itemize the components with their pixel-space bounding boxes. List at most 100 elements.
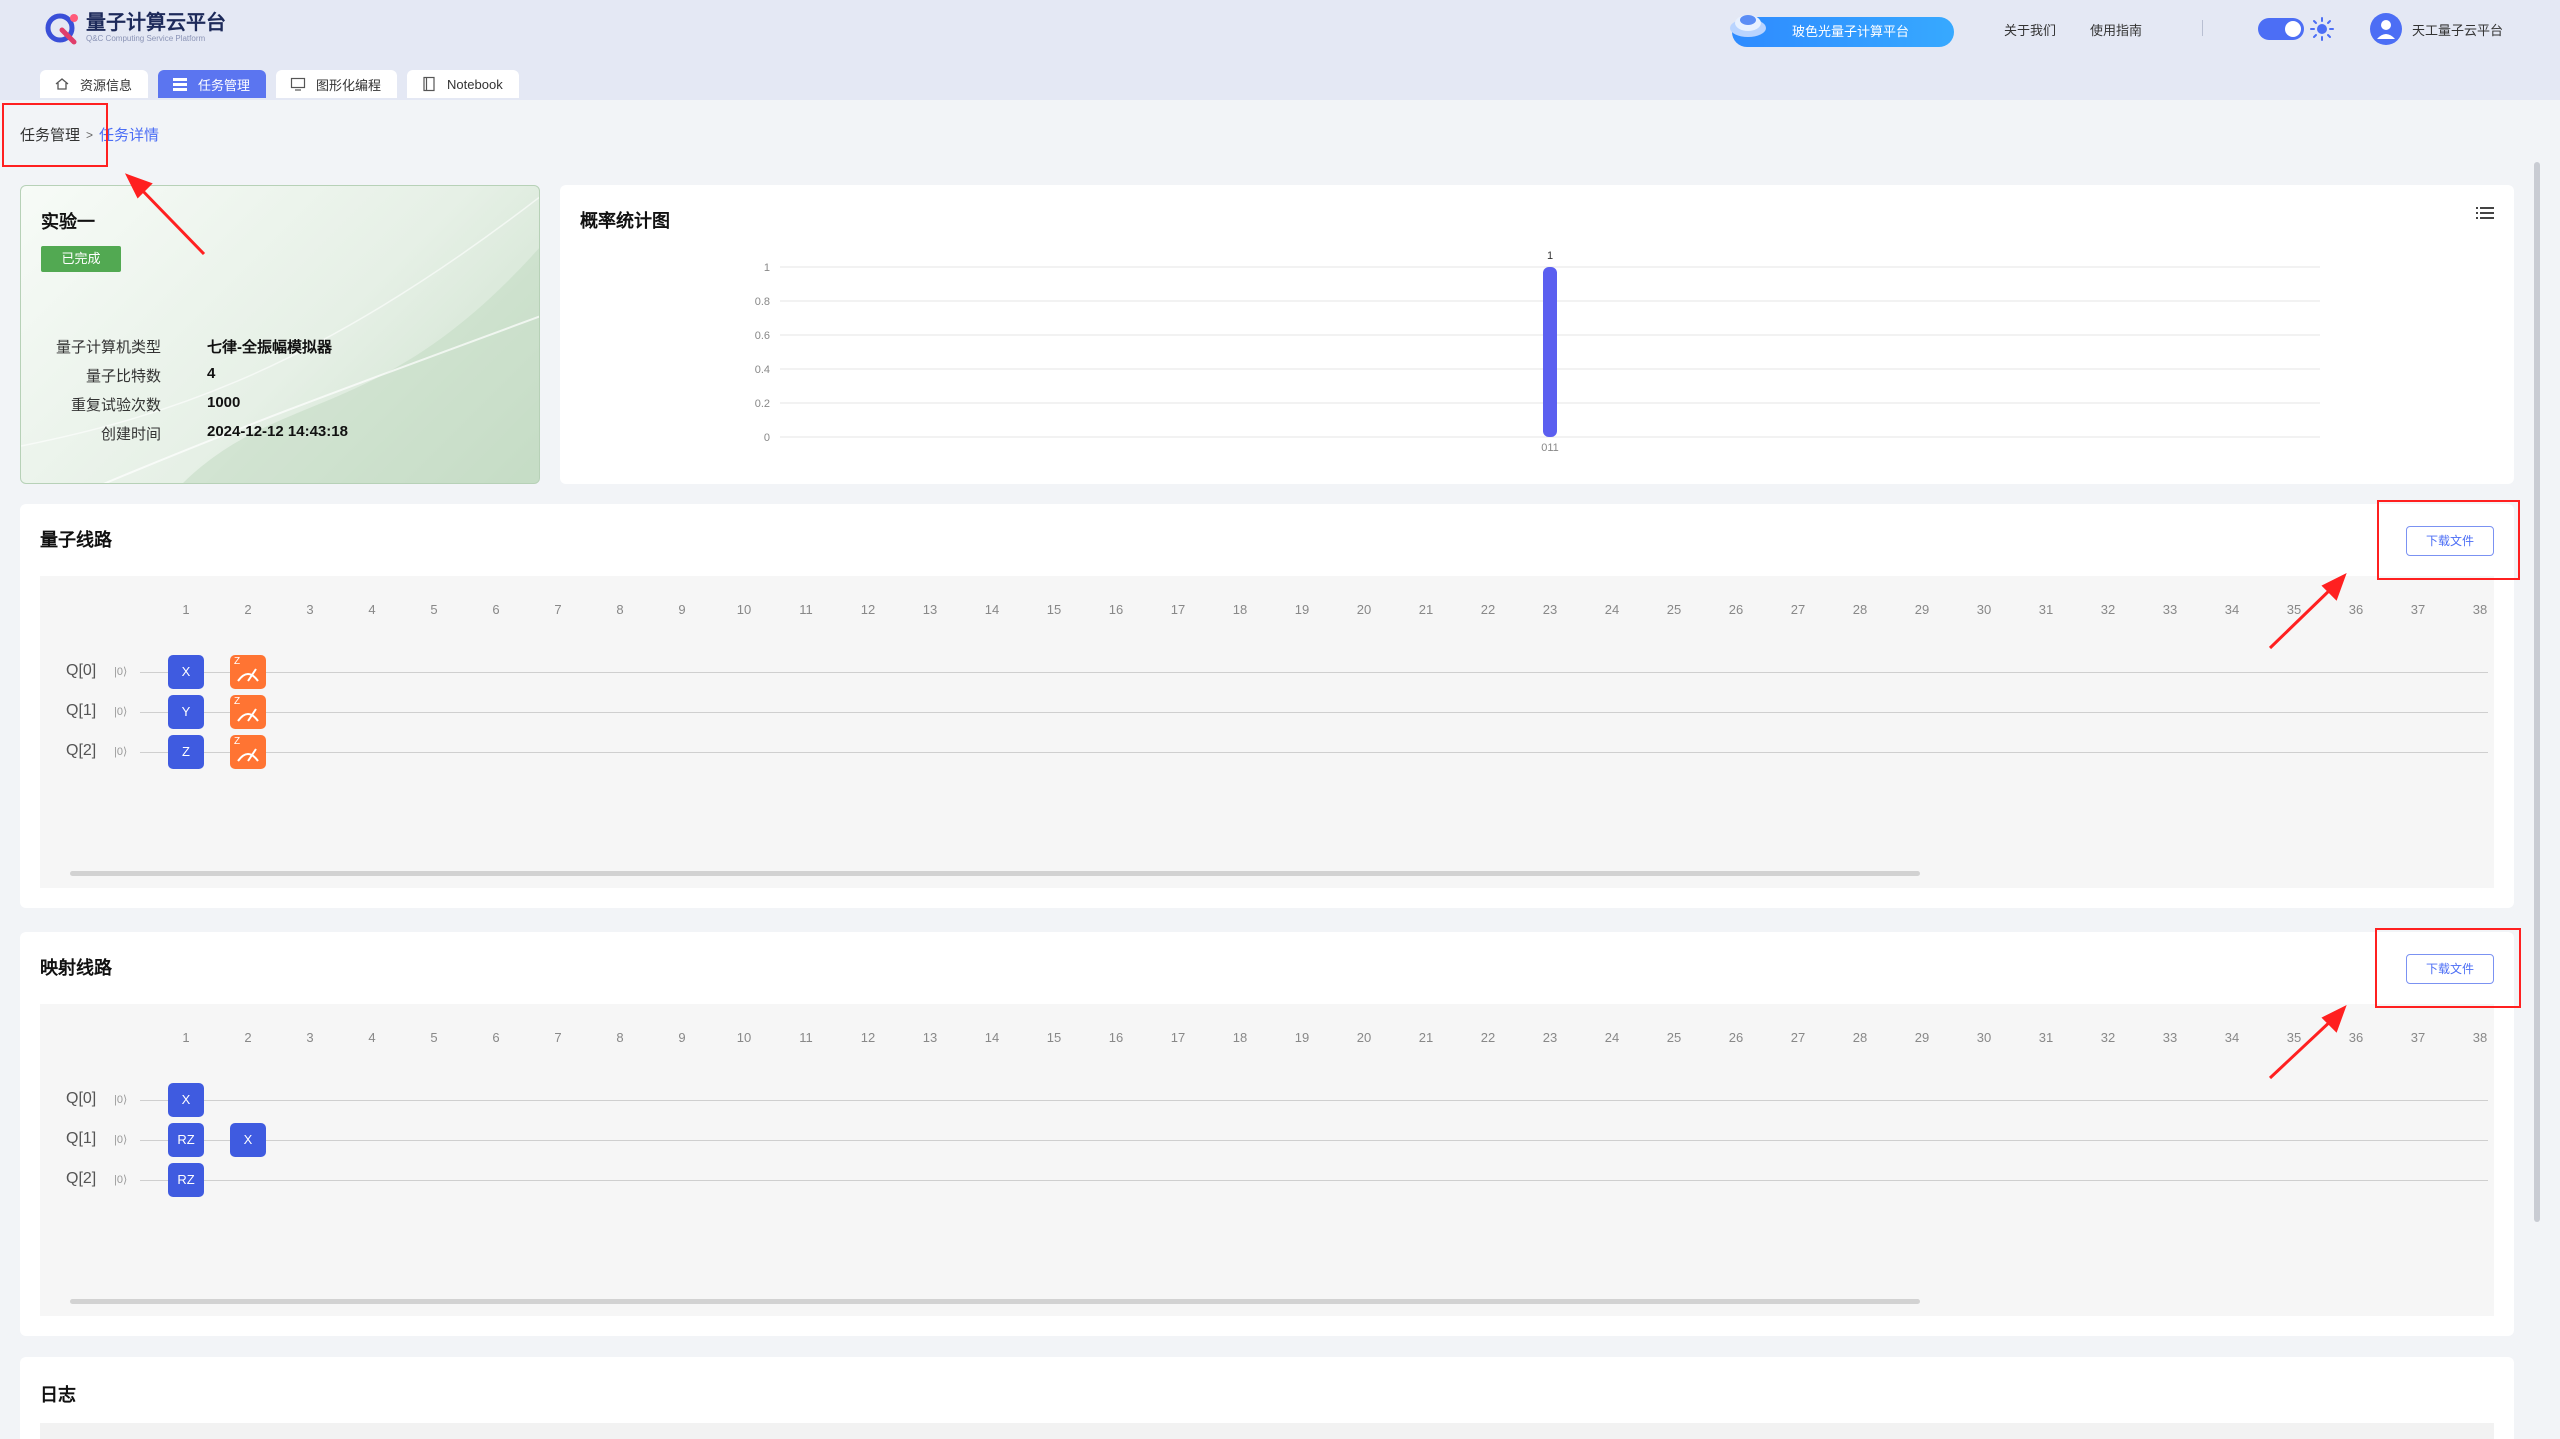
column-number: 6 xyxy=(492,1030,500,1045)
y-tick-label: 0.6 xyxy=(755,330,770,342)
tab-notebook-label: Notebook xyxy=(447,76,503,92)
column-number: 32 xyxy=(2100,1030,2116,1045)
mapped-circuit-canvas[interactable]: 1 2 3 4 5 6 7 8 9 10 11 12 13 14 15 16 17 18 19 20 21 22 23 24 2… xyxy=(40,1004,2494,1316)
tab-notebook[interactable]: Notebook xyxy=(407,70,519,98)
column-number: 22 xyxy=(1480,1030,1496,1045)
gate-rz[interactable]: RZ xyxy=(168,1123,204,1157)
platform-switch-label: 玻色光量子计算平台 xyxy=(1792,24,1910,39)
column-number: 11 xyxy=(799,602,813,617)
measure-gate[interactable]: Z xyxy=(230,655,266,689)
tab-resources[interactable]: 资源信息 xyxy=(40,70,149,98)
column-number: 21 xyxy=(1418,1030,1434,1045)
probability-chart-title: 概率统计图 xyxy=(580,211,670,231)
column-number: 9 xyxy=(678,602,686,617)
qubit-initial-state: |0⟩ xyxy=(114,746,128,758)
vertical-scrollbar[interactable] xyxy=(2534,162,2540,1222)
notebook-icon xyxy=(423,76,435,92)
quantum-circuit-canvas[interactable]: 1 2 3 4 5 6 7 8 9 10 11 12 13 14 15 16 17 18 19 20 21 22 23 24 2… xyxy=(40,576,2494,888)
column-number: 27 xyxy=(1790,602,1806,617)
meter-icon xyxy=(237,708,259,722)
about-link[interactable]: 关于我们 xyxy=(2004,20,2056,39)
chart-bar[interactable] xyxy=(1543,267,1557,437)
bar-data-label: 1 xyxy=(1547,250,1553,262)
chart-menu-icon[interactable] xyxy=(2476,205,2494,221)
column-number: 20 xyxy=(1356,1030,1372,1045)
column-number: 34 xyxy=(2224,1030,2240,1045)
gate-rz[interactable]: RZ xyxy=(168,1163,204,1197)
column-number: 16 xyxy=(1108,602,1124,617)
column-number: 11 xyxy=(799,1030,813,1045)
list-icon xyxy=(173,78,188,91)
mapped-circuit-title: 映射线路 xyxy=(40,958,112,978)
gate-x[interactable]: X xyxy=(230,1123,266,1157)
measure-gate[interactable]: Z xyxy=(230,695,266,729)
qubit-wire xyxy=(140,712,2488,713)
theme-toggle[interactable] xyxy=(2258,18,2304,40)
column-number: 4 xyxy=(368,1030,376,1045)
logo-title: 量子计算云平台 xyxy=(86,12,226,34)
probability-bar-chart: 0 0.2 0.4 0.6 0.8 1 1 011 xyxy=(755,250,2320,454)
column-number: 10 xyxy=(736,1030,752,1045)
column-number: 10 xyxy=(736,602,752,617)
guide-link[interactable]: 使用指南 xyxy=(2090,20,2142,39)
column-number: 30 xyxy=(1976,1030,1992,1045)
horizontal-scrollbar[interactable] xyxy=(70,1299,1920,1304)
highlight-box-breadcrumb xyxy=(2,103,108,167)
info-value: 2024-12-12 14:43:18 xyxy=(207,423,348,440)
log-content-area[interactable] xyxy=(40,1423,2494,1439)
column-number: 38 xyxy=(2472,602,2488,617)
user-name[interactable]: 天工量子云平台 xyxy=(2412,20,2503,39)
gate-y[interactable]: Y xyxy=(168,695,204,729)
qubit-initial-state: |0⟩ xyxy=(114,1094,128,1106)
gate-x[interactable]: X xyxy=(168,655,204,689)
column-number: 28 xyxy=(1852,602,1868,617)
column-number: 38 xyxy=(2472,1030,2488,1045)
probability-chart-card: 概率统计图 0 0.2 0.4 0.6 0.8 1 1 011 xyxy=(560,185,2514,484)
column-number: 34 xyxy=(2224,602,2240,617)
header-divider xyxy=(2202,20,2203,36)
gate-z[interactable]: Z xyxy=(168,735,204,769)
measure-gate[interactable]: Z xyxy=(230,735,266,769)
column-number: 5 xyxy=(430,1030,438,1045)
column-number: 24 xyxy=(1604,1030,1620,1045)
tab-graphical-programming[interactable]: 图形化编程 xyxy=(276,70,398,98)
column-number: 35 xyxy=(2286,1030,2302,1045)
column-number: 26 xyxy=(1728,1030,1744,1045)
qubit-wire xyxy=(140,1100,2488,1101)
logo[interactable]: 量子计算云平台 Q&C Computing Service Platform xyxy=(44,10,226,46)
column-number: 13 xyxy=(922,602,938,617)
column-number: 23 xyxy=(1542,602,1558,617)
qubit-initial-state: |0⟩ xyxy=(114,1134,128,1146)
column-number: 21 xyxy=(1418,602,1434,617)
column-number: 4 xyxy=(368,602,376,617)
tab-task-management[interactable]: 任务管理 xyxy=(158,70,267,98)
horizontal-scrollbar[interactable] xyxy=(70,871,1920,876)
column-number: 35 xyxy=(2286,602,2302,617)
qubit-initial-state: |0⟩ xyxy=(114,706,128,718)
top-header: 量子计算云平台 Q&C Computing Service Platform 玻… xyxy=(0,0,2560,100)
cloud-chip-icon xyxy=(1730,15,1766,37)
avatar[interactable] xyxy=(2370,13,2402,45)
highlight-box-download-1 xyxy=(2377,500,2520,580)
column-number: 18 xyxy=(1232,1030,1248,1045)
column-number: 9 xyxy=(678,1030,686,1045)
quantum-circuit-title: 量子线路 xyxy=(40,530,112,550)
qubit-label: Q[1] xyxy=(66,702,97,719)
tab-resources-label: 资源信息 xyxy=(80,77,133,93)
column-number: 32 xyxy=(2100,602,2116,617)
column-number: 20 xyxy=(1356,602,1372,617)
column-number: 2 xyxy=(244,1030,252,1045)
qubit-label: Q[2] xyxy=(66,1170,97,1187)
sun-icon[interactable] xyxy=(2310,17,2334,41)
column-number: 18 xyxy=(1232,602,1248,617)
experiment-info-card: 实验一 已完成 量子计算机类型 七律-全振幅模拟器 量子比特数 4 重复试验次数… xyxy=(20,185,540,484)
y-tick-label: 0 xyxy=(764,432,770,444)
log-title: 日志 xyxy=(40,1385,76,1405)
qubit-label: Q[1] xyxy=(66,1130,97,1147)
column-number: 37 xyxy=(2410,1030,2426,1045)
mapped-circuit-card: 映射线路 下载文件 1 2 3 4 5 6 7 8 9 10 11 12 13 14 15 16 17 18 19 2… xyxy=(20,932,2514,1336)
gate-x[interactable]: X xyxy=(168,1083,204,1117)
highlight-box-download-2 xyxy=(2375,928,2521,1008)
qubit-initial-state: |0⟩ xyxy=(114,666,128,678)
info-row-computer-type: 量子计算机类型 七律-全振幅模拟器 xyxy=(21,336,332,357)
